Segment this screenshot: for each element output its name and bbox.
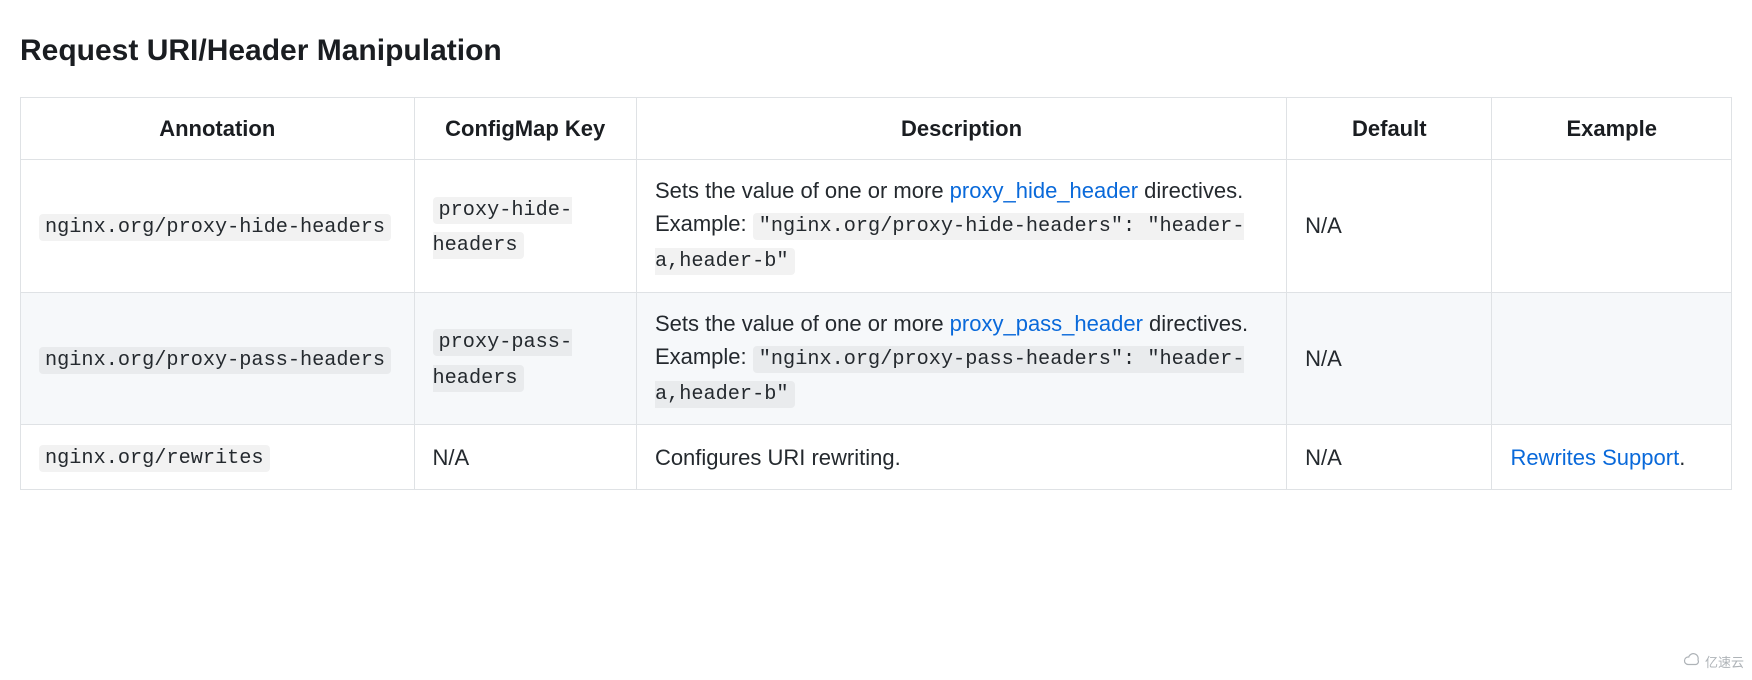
cell-example xyxy=(1492,160,1732,293)
config-table: Annotation ConfigMap Key Description Def… xyxy=(20,97,1732,490)
col-header-annotation: Annotation xyxy=(21,98,415,160)
cell-configmap: proxy-hide-headers xyxy=(414,160,636,293)
example-suffix: . xyxy=(1679,445,1685,470)
table-row: nginx.org/proxy-hide-headers proxy-hide-… xyxy=(21,160,1732,293)
table-row: nginx.org/proxy-pass-headers proxy-pass-… xyxy=(21,292,1732,425)
example-link[interactable]: Rewrites Support xyxy=(1510,445,1679,470)
col-header-example: Example xyxy=(1492,98,1732,160)
cell-default: N/A xyxy=(1287,425,1492,489)
desc-prefix: Sets the value of one or more xyxy=(655,311,950,336)
configmap-code: proxy-pass-headers xyxy=(433,329,573,391)
cell-configmap: proxy-pass-headers xyxy=(414,292,636,425)
desc-link[interactable]: proxy_hide_header xyxy=(950,178,1138,203)
cell-annotation: nginx.org/proxy-hide-headers xyxy=(21,160,415,293)
annotation-code: nginx.org/rewrites xyxy=(39,445,270,472)
col-header-description: Description xyxy=(636,98,1286,160)
watermark-text: 亿速云 xyxy=(1705,653,1744,673)
annotation-code: nginx.org/proxy-hide-headers xyxy=(39,214,391,241)
cell-description: Sets the value of one or more proxy_hide… xyxy=(636,160,1286,293)
cell-default: N/A xyxy=(1287,292,1492,425)
cell-annotation: nginx.org/rewrites xyxy=(21,425,415,489)
cell-example xyxy=(1492,292,1732,425)
cell-example: Rewrites Support. xyxy=(1492,425,1732,489)
configmap-code: proxy-hide-headers xyxy=(433,197,573,259)
cloud-icon xyxy=(1683,651,1701,675)
cell-default: N/A xyxy=(1287,160,1492,293)
table-row: nginx.org/rewrites N/A Configures URI re… xyxy=(21,425,1732,489)
watermark: 亿速云 xyxy=(1683,651,1744,675)
col-header-default: Default xyxy=(1287,98,1492,160)
cell-description: Sets the value of one or more proxy_pass… xyxy=(636,292,1286,425)
table-header-row: Annotation ConfigMap Key Description Def… xyxy=(21,98,1732,160)
cell-configmap: N/A xyxy=(414,425,636,489)
annotation-code: nginx.org/proxy-pass-headers xyxy=(39,347,391,374)
col-header-configmap: ConfigMap Key xyxy=(414,98,636,160)
section-heading: Request URI/Header Manipulation xyxy=(20,28,1732,73)
desc-link[interactable]: proxy_pass_header xyxy=(950,311,1143,336)
cell-annotation: nginx.org/proxy-pass-headers xyxy=(21,292,415,425)
cell-description: Configures URI rewriting. xyxy=(636,425,1286,489)
desc-prefix: Sets the value of one or more xyxy=(655,178,950,203)
